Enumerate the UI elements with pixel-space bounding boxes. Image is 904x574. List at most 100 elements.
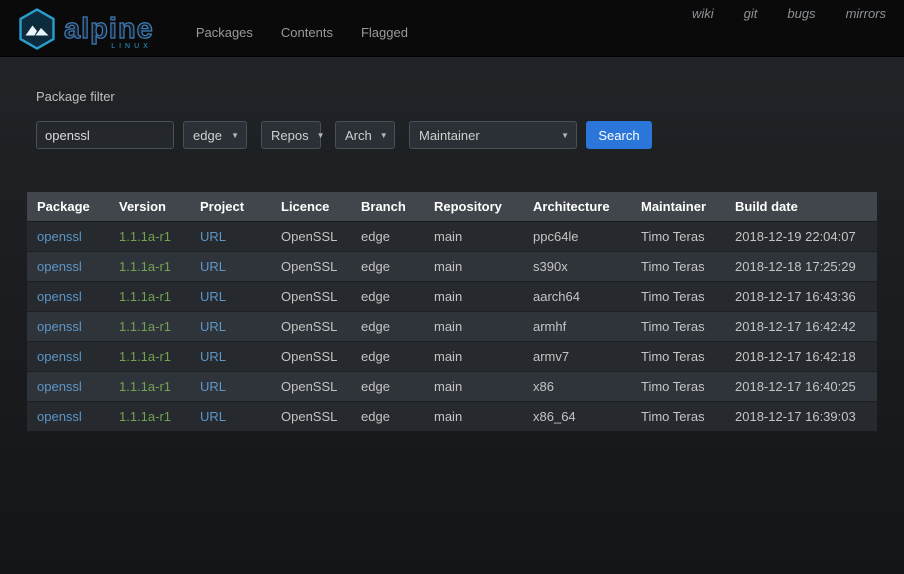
- cell-build_date: 2018-12-17 16:40:25: [725, 371, 877, 402]
- cell-architecture: x86: [523, 371, 631, 402]
- cell-licence: OpenSSL: [271, 401, 351, 431]
- table-row: openssl 1.1.1a-r1 URL OpenSSL edge main armv7 T…: [27, 341, 877, 372]
- column-header-repository: Repository: [424, 192, 523, 222]
- cell-licence: OpenSSL: [271, 251, 351, 282]
- brand-word-text: alpine: [63, 12, 154, 45]
- cell-maintainer: Timo Teras: [631, 341, 725, 372]
- column-header-architecture: Architecture: [523, 192, 631, 222]
- cell-project: URL: [190, 341, 271, 372]
- package-link[interactable]: openssl: [37, 289, 82, 304]
- table-row: openssl 1.1.1a-r1 URL OpenSSL edge main x86 Tim…: [27, 371, 877, 402]
- brand-wordmark: alpine LINUX: [63, 12, 154, 49]
- cell-branch: edge: [351, 221, 424, 252]
- column-header-maintainer: Maintainer: [631, 192, 725, 222]
- cell-maintainer: Timo Teras: [631, 251, 725, 282]
- project-link[interactable]: URL: [200, 229, 226, 244]
- ext-link-mirrors[interactable]: mirrors: [846, 6, 886, 21]
- version-link[interactable]: 1.1.1a-r1: [119, 409, 171, 424]
- version-link[interactable]: 1.1.1a-r1: [119, 289, 171, 304]
- search-button[interactable]: Search: [586, 121, 652, 149]
- brand-sub-text: LINUX: [111, 42, 152, 50]
- cell-repository: main: [424, 401, 523, 431]
- external-links: wiki git bugs mirrors: [662, 6, 886, 21]
- package-link[interactable]: openssl: [37, 409, 82, 424]
- chevron-down-icon: ▼: [231, 130, 239, 140]
- cell-version: 1.1.1a-r1: [109, 401, 190, 431]
- filter-title: Package filter: [36, 89, 115, 104]
- cell-repository: main: [424, 251, 523, 282]
- project-link[interactable]: URL: [200, 259, 226, 274]
- cell-branch: edge: [351, 281, 424, 312]
- cell-maintainer: Timo Teras: [631, 401, 725, 431]
- package-table-wrap: Package Version Project Licence Branch Reposi…: [27, 192, 877, 431]
- package-link[interactable]: openssl: [37, 229, 82, 244]
- cell-maintainer: Timo Teras: [631, 221, 725, 252]
- package-link[interactable]: openssl: [37, 379, 82, 394]
- cell-package: openssl: [27, 251, 109, 282]
- column-header-project: Project: [190, 192, 271, 222]
- package-name-input[interactable]: [36, 121, 174, 149]
- chevron-down-icon: ▼: [561, 130, 569, 140]
- cell-architecture: s390x: [523, 251, 631, 282]
- column-header-branch: Branch: [351, 192, 424, 222]
- table-header-row: Package Version Project Licence Branch Reposi…: [27, 192, 877, 222]
- version-link[interactable]: 1.1.1a-r1: [119, 349, 171, 364]
- cell-version: 1.1.1a-r1: [109, 341, 190, 372]
- cell-build_date: 2018-12-17 16:43:36: [725, 281, 877, 312]
- package-link[interactable]: openssl: [37, 319, 82, 334]
- cell-repository: main: [424, 311, 523, 342]
- cell-build_date: 2018-12-19 22:04:07: [725, 221, 877, 252]
- column-header-licence: Licence: [271, 192, 351, 222]
- version-link[interactable]: 1.1.1a-r1: [119, 229, 171, 244]
- cell-project: URL: [190, 311, 271, 342]
- project-link[interactable]: URL: [200, 319, 226, 334]
- cell-architecture: armhf: [523, 311, 631, 342]
- cell-build_date: 2018-12-17 16:42:42: [725, 311, 877, 342]
- nav-link-contents[interactable]: Contents: [267, 19, 347, 46]
- cell-version: 1.1.1a-r1: [109, 221, 190, 252]
- package-table: Package Version Project Licence Branch Reposi…: [27, 192, 877, 431]
- cell-architecture: aarch64: [523, 281, 631, 312]
- cell-repository: main: [424, 371, 523, 402]
- maintainer-select-value: Maintainer: [419, 127, 480, 143]
- branch-select[interactable]: edge ▼: [183, 121, 247, 149]
- brand-logo-link[interactable]: alpine LINUX: [0, 1, 168, 56]
- cell-package: openssl: [27, 341, 109, 372]
- architecture-select[interactable]: Arch ▼: [335, 121, 395, 149]
- cell-version: 1.1.1a-r1: [109, 311, 190, 342]
- cell-licence: OpenSSL: [271, 221, 351, 252]
- nav-link-flagged[interactable]: Flagged: [347, 19, 422, 46]
- ext-link-git[interactable]: git: [744, 6, 758, 21]
- project-link[interactable]: URL: [200, 379, 226, 394]
- package-link[interactable]: openssl: [37, 349, 82, 364]
- cell-version: 1.1.1a-r1: [109, 251, 190, 282]
- cell-project: URL: [190, 401, 271, 431]
- cell-maintainer: Timo Teras: [631, 371, 725, 402]
- nav-link-packages[interactable]: Packages: [182, 19, 267, 46]
- column-header-build_date: Build date: [725, 192, 877, 222]
- table-row: openssl 1.1.1a-r1 URL OpenSSL edge main x86_64…: [27, 401, 877, 431]
- repository-select[interactable]: Repos ▼: [261, 121, 325, 149]
- project-link[interactable]: URL: [200, 409, 226, 424]
- version-link[interactable]: 1.1.1a-r1: [119, 379, 171, 394]
- cell-package: openssl: [27, 371, 109, 402]
- cell-build_date: 2018-12-17 16:42:18: [725, 341, 877, 372]
- version-link[interactable]: 1.1.1a-r1: [119, 259, 171, 274]
- project-link[interactable]: URL: [200, 349, 226, 364]
- project-link[interactable]: URL: [200, 289, 226, 304]
- chevron-down-icon: ▼: [379, 130, 388, 140]
- filter-area: Package filter edge ▼ Repos ▼ Arch ▼ Mai…: [0, 57, 904, 149]
- maintainer-select[interactable]: Maintainer ▼: [409, 121, 577, 149]
- architecture-select-value: Arch: [345, 127, 372, 143]
- ext-link-wiki[interactable]: wiki: [692, 6, 714, 21]
- ext-link-bugs[interactable]: bugs: [787, 6, 815, 21]
- package-link[interactable]: openssl: [37, 259, 82, 274]
- package-table-body: openssl 1.1.1a-r1 URL OpenSSL edge main ppc64l…: [27, 221, 877, 431]
- nav-links: Packages Contents Flagged: [182, 19, 422, 56]
- cell-repository: main: [424, 221, 523, 252]
- cell-package: openssl: [27, 311, 109, 342]
- cell-version: 1.1.1a-r1: [109, 281, 190, 312]
- cell-repository: main: [424, 341, 523, 372]
- cell-licence: OpenSSL: [271, 341, 351, 372]
- version-link[interactable]: 1.1.1a-r1: [119, 319, 171, 334]
